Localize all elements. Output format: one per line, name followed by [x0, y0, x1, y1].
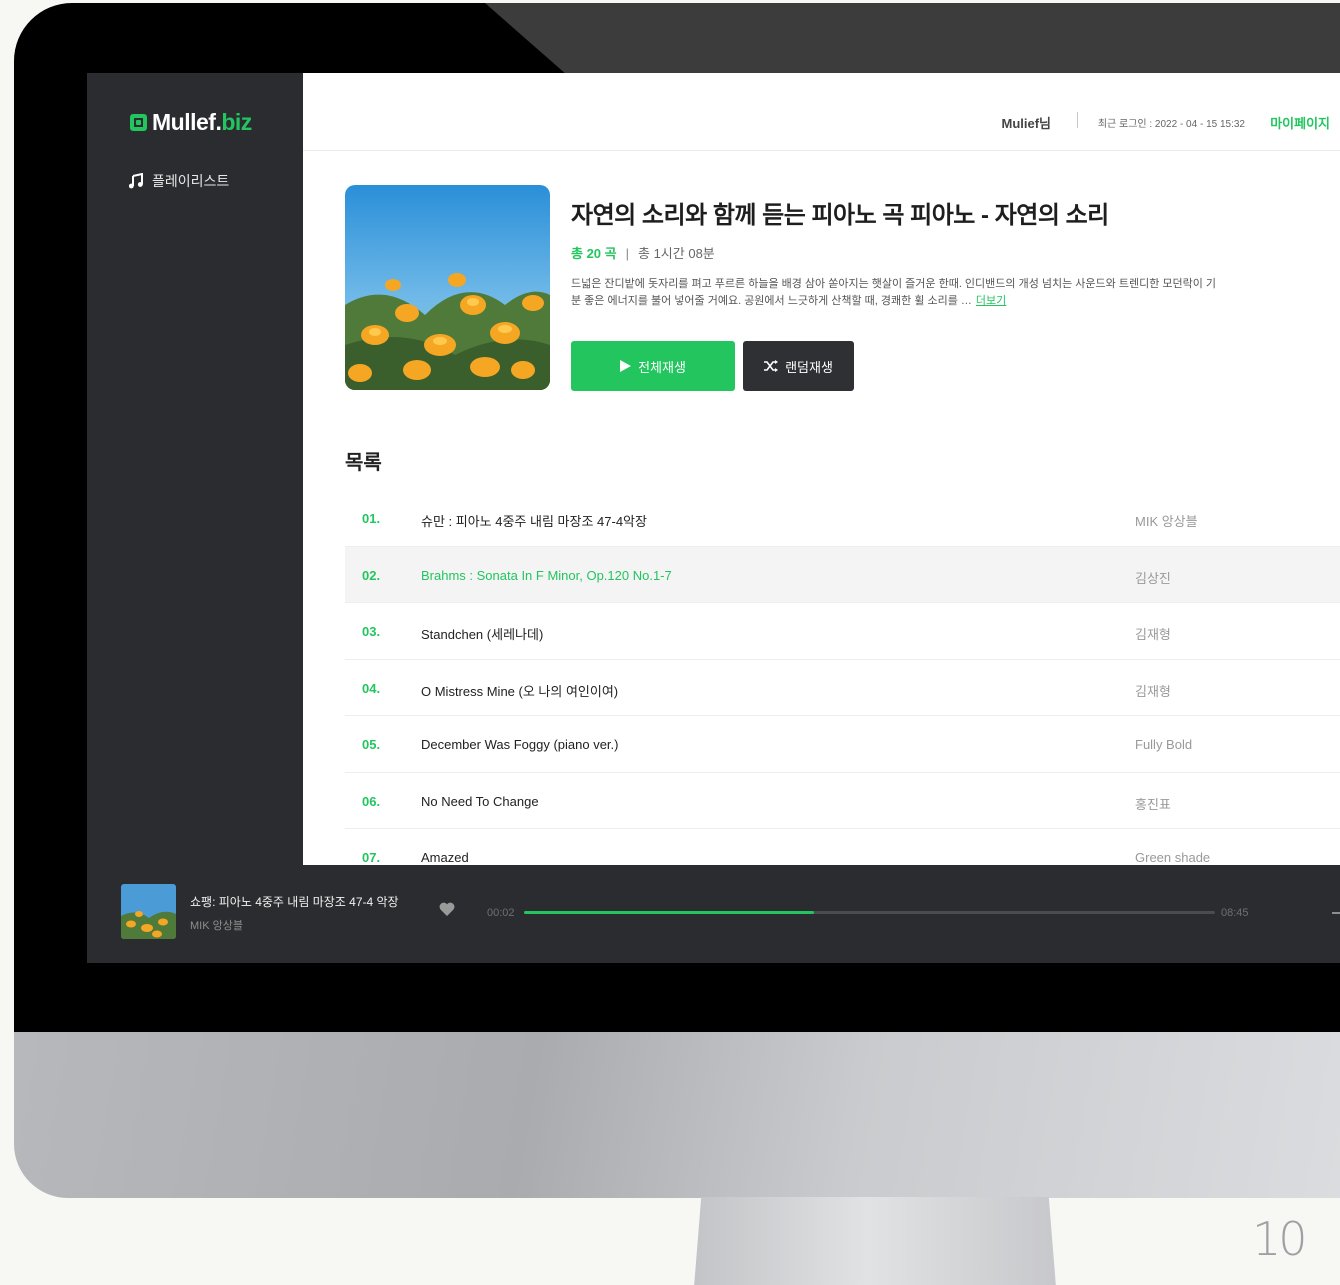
- progress-bar[interactable]: [524, 911, 1215, 914]
- time-total: 08:45: [1221, 907, 1249, 919]
- logo-icon: [130, 114, 147, 131]
- player-thumbnail: [121, 884, 176, 939]
- track-title: 슈만 : 피아노 4중주 내림 마장조 47-4악장: [421, 514, 647, 529]
- now-playing-title: 쇼팽: 피아노 4중주 내림 마장조 47-4 악장: [190, 895, 399, 909]
- more-link[interactable]: 더보기: [976, 295, 1006, 307]
- sidebar: Mullef. biz 플레이리스트: [87, 73, 303, 865]
- track-number: 01.: [362, 511, 381, 526]
- header-divider: [1077, 112, 1078, 128]
- description-line-2: 분 좋은 에너지를 불어 넣어줄 거예요. 공원에서 느긋하게 산책할 때, 경…: [571, 295, 972, 307]
- app-screen: Mullef. biz 플레이리스트 Mulief님 최근 로그인 : 2022 …: [87, 73, 1340, 963]
- track-artist: 김상진: [1135, 570, 1171, 586]
- track-title: No Need To Change: [421, 793, 539, 809]
- track-artist: 김재형: [1135, 683, 1171, 699]
- progress-fill: [524, 911, 815, 914]
- page-number: 10: [1252, 1212, 1308, 1266]
- logo-text: Mullef.: [152, 109, 222, 135]
- description-line-1: 드넓은 잔디밭에 돗자리를 펴고 푸르른 하늘을 배경 삼아 쏟아지는 햇살이 …: [571, 278, 1217, 290]
- album-cover-image: [345, 185, 550, 390]
- play-all-label: 전체재생: [638, 359, 686, 375]
- track-list: 01. 슈만 : 피아노 4중주 내림 마장조 47-4악장 MIK 앙상블 0…: [345, 490, 1340, 865]
- track-row[interactable]: 01. 슈만 : 피아노 4중주 내림 마장조 47-4악장 MIK 앙상블: [345, 490, 1340, 547]
- track-number: 04.: [362, 680, 381, 696]
- track-title: December Was Foggy (piano ver.): [421, 737, 619, 752]
- play-icon: [620, 360, 632, 372]
- track-title: O Mistress Mine (오 나의 여인이여): [421, 683, 619, 699]
- presentation-stage: Mullef. biz 플레이리스트 Mulief님 최근 로그인 : 2022 …: [0, 0, 1340, 1285]
- track-artist: Green shade: [1135, 850, 1211, 865]
- main-content: Mulief님 최근 로그인 : 2022 - 04 - 15 15:32 마이…: [303, 73, 1340, 865]
- shuffle-button[interactable]: 랜덤재생: [743, 341, 854, 391]
- shuffle-icon: [764, 360, 779, 372]
- list-heading: 목록: [345, 452, 382, 474]
- album-cover: [345, 185, 550, 390]
- album-meta: 총 20 곡 | 총 1시간 08분: [571, 243, 715, 262]
- user-name: Mulief님: [1001, 116, 1051, 131]
- track-row[interactable]: 04. O Mistress Mine (오 나의 여인이여) 김재형: [345, 660, 1340, 716]
- logo-accent-text: biz: [221, 109, 252, 135]
- track-count: 총 20 곡: [571, 246, 617, 261]
- last-login: 최근 로그인 : 2022 - 04 - 15 15:32: [1097, 119, 1245, 130]
- player-bar: 쇼팽: 피아노 4중주 내림 마장조 47-4 악장 MIK 앙상블 00:02…: [87, 865, 1340, 963]
- meta-divider: |: [625, 246, 629, 261]
- track-number: 06.: [362, 793, 381, 809]
- album-description: 드넓은 잔디밭에 돗자리를 펴고 푸르른 하늘을 배경 삼아 쏟아지는 햇살이 …: [571, 276, 1271, 310]
- track-row[interactable]: 05. December Was Foggy (piano ver.) Full…: [345, 716, 1340, 773]
- now-playing-artist: MIK 앙상블: [190, 920, 243, 932]
- track-artist: Fully Bold: [1135, 737, 1193, 752]
- track-artist: 홍진표: [1135, 796, 1171, 812]
- total-duration: 총 1시간 08분: [638, 246, 715, 261]
- top-bar: Mulief님 최근 로그인 : 2022 - 04 - 15 15:32 마이…: [303, 73, 1340, 151]
- track-row-active[interactable]: 02. Brahms : Sonata In F Minor, Op.120 N…: [345, 546, 1340, 603]
- track-number: 03.: [362, 624, 381, 639]
- sidebar-item-label: 플레이리스트: [152, 173, 230, 189]
- track-number: 05.: [362, 737, 381, 752]
- screen-glare: [485, 3, 1340, 75]
- player-thumbnail-image: [121, 884, 176, 939]
- track-title: Brahms : Sonata In F Minor, Op.120 No.1-…: [421, 567, 672, 583]
- sidebar-item-playlist[interactable]: 플레이리스트: [128, 171, 229, 191]
- track-artist: 김재형: [1135, 627, 1171, 642]
- track-artist: MIK 앙상블: [1135, 514, 1198, 529]
- track-number: 02.: [362, 567, 381, 583]
- mypage-link[interactable]: 마이페이지: [1270, 113, 1330, 132]
- track-row[interactable]: 06. No Need To Change 홍진표: [345, 773, 1340, 829]
- volume-slider[interactable]: [1332, 912, 1340, 914]
- track-row[interactable]: 03. Standchen (세레나데) 김재형: [345, 603, 1340, 660]
- music-note-icon: [128, 173, 143, 189]
- track-title: Standchen (세레나데): [421, 627, 544, 642]
- heart-icon[interactable]: [439, 902, 455, 921]
- track-row[interactable]: 07. Amazed Green shade: [345, 829, 1340, 865]
- app-logo[interactable]: Mullef. biz: [130, 109, 252, 136]
- track-number: 07.: [362, 850, 381, 865]
- track-title: Amazed: [421, 850, 469, 865]
- album-title: 자연의 소리와 함께 듣는 피아노 곡 피아노 - 자연의 소리: [571, 202, 1109, 229]
- monitor-chin: [14, 1032, 1340, 1198]
- monitor-stand: [694, 1197, 1056, 1285]
- shuffle-label: 랜덤재생: [785, 359, 833, 375]
- play-all-button[interactable]: 전체재생: [571, 341, 735, 391]
- time-current: 00:02: [487, 907, 515, 919]
